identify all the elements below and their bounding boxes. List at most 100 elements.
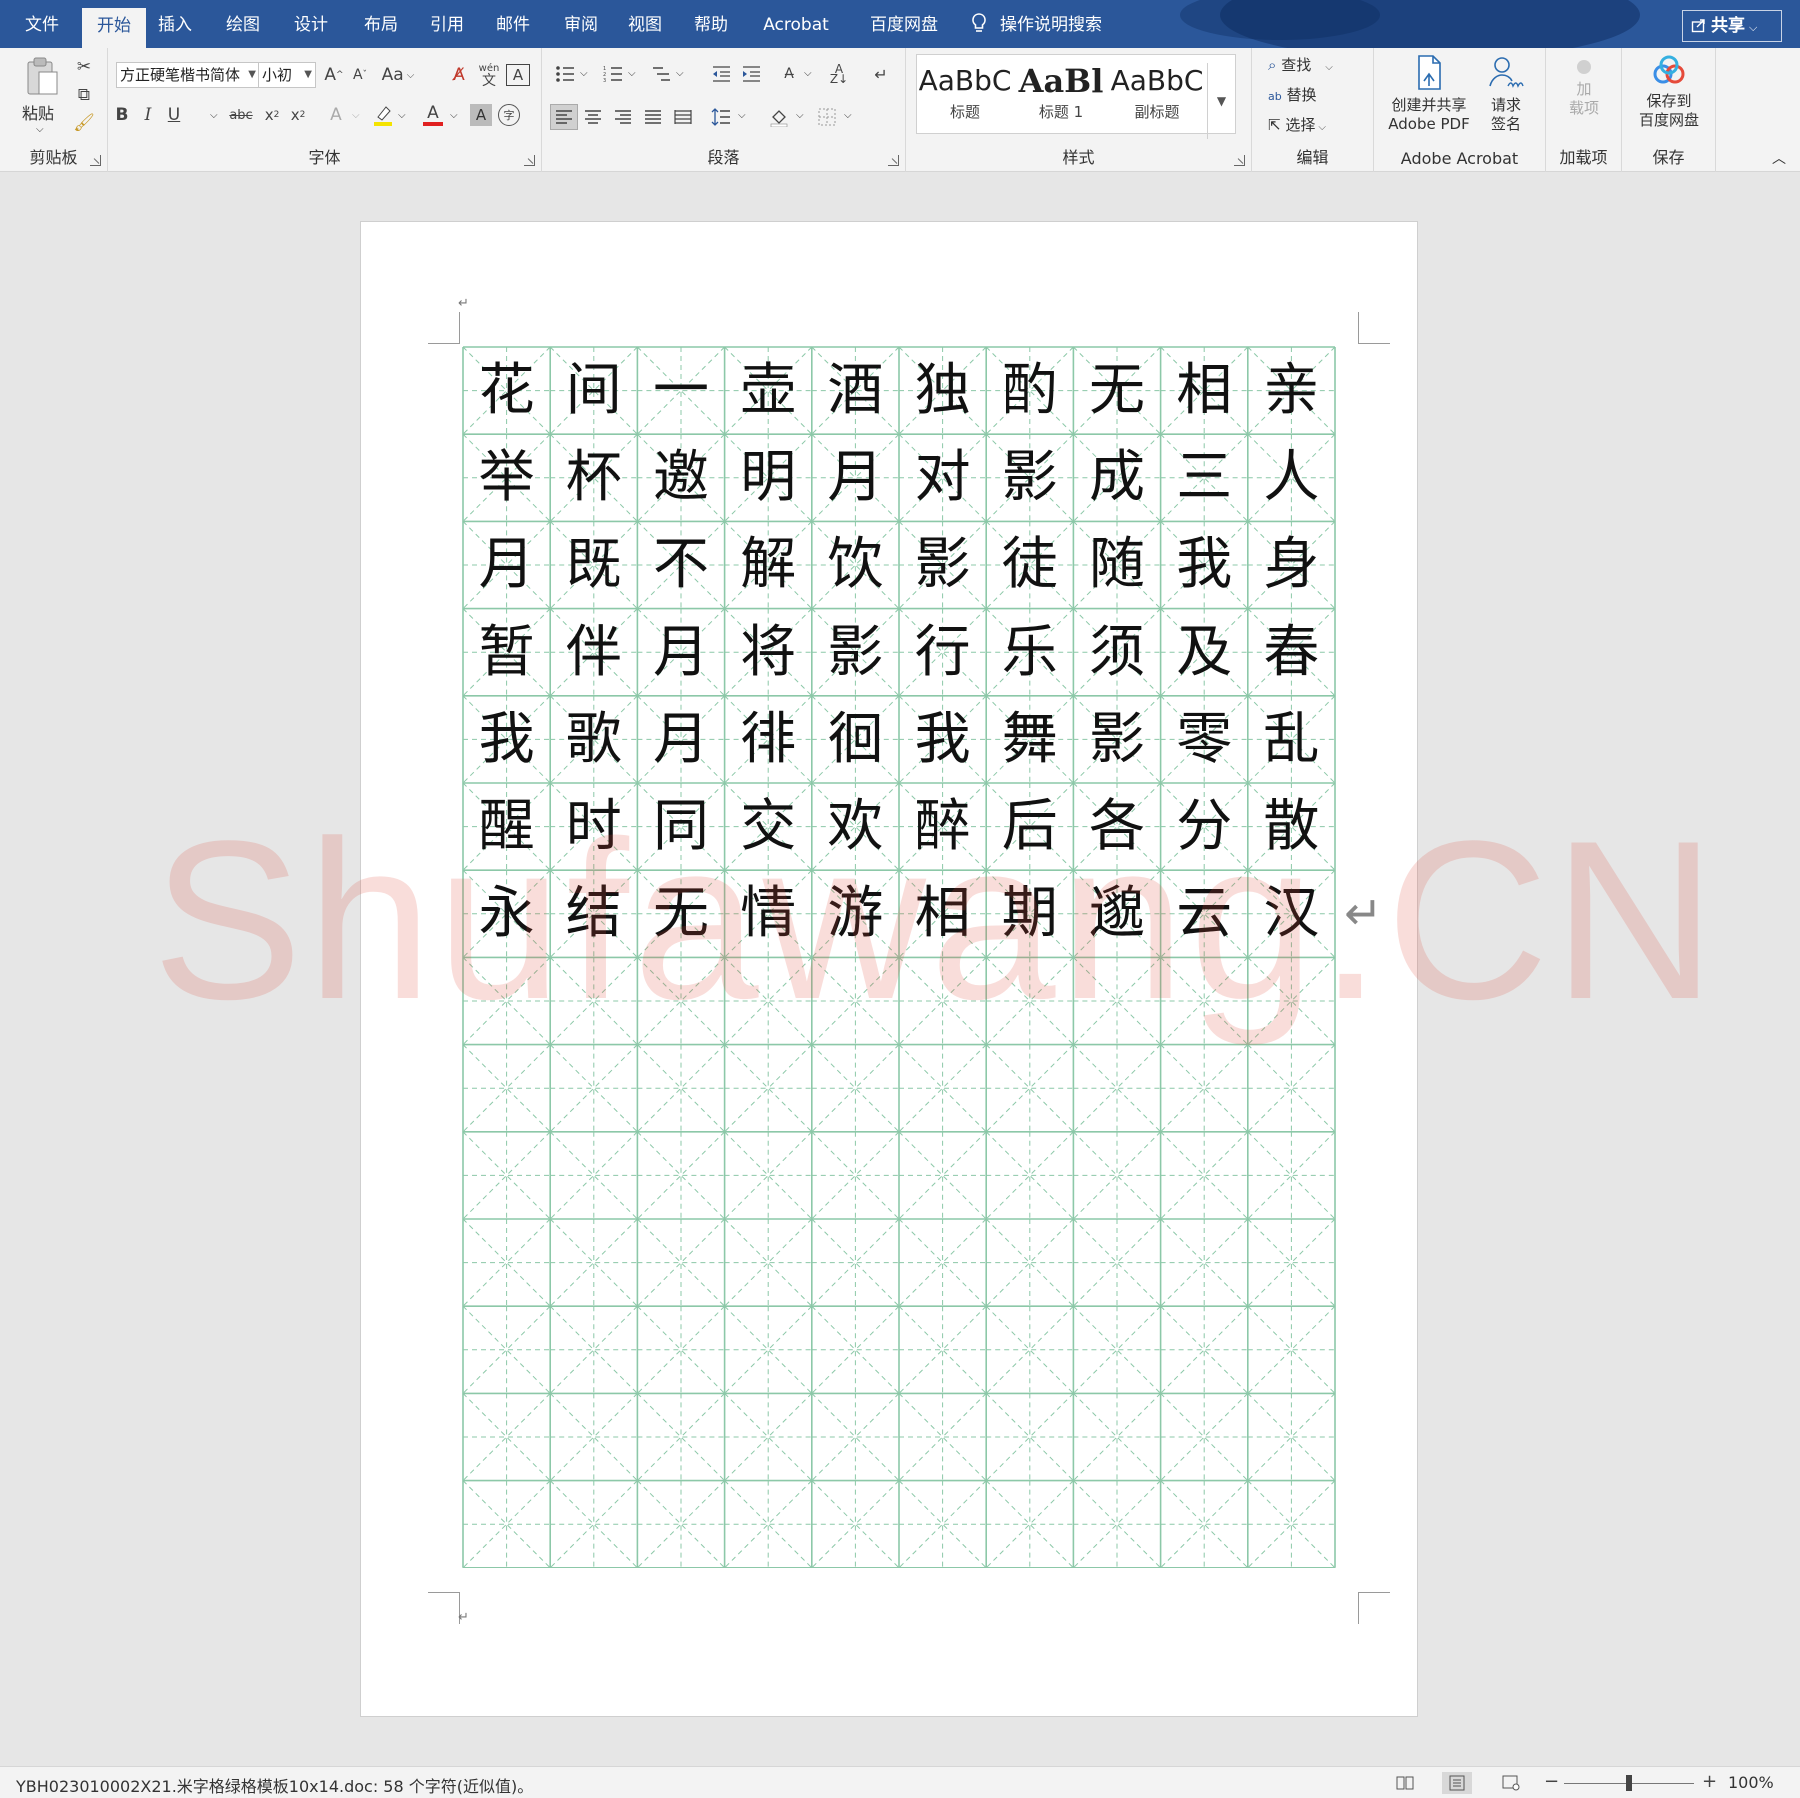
document-character[interactable]: 醒: [463, 783, 550, 870]
styles-more-icon[interactable]: ▼: [1207, 63, 1235, 139]
justify-icon[interactable]: [640, 104, 666, 130]
document-character[interactable]: 永: [463, 870, 550, 957]
document-status[interactable]: YBH023010002X21.米字格绿格模板10x14.doc: 58 个字符…: [16, 1773, 533, 1797]
share-button[interactable]: 共享 ⌵: [1682, 10, 1782, 42]
document-character[interactable]: 亲: [1248, 347, 1335, 434]
zoom-in-button[interactable]: +: [1702, 1771, 1717, 1792]
tab-mailings[interactable]: 邮件: [488, 0, 538, 48]
paste-button-label[interactable]: 粘贴: [22, 100, 54, 124]
zoom-slider-thumb[interactable]: [1626, 1775, 1632, 1791]
numbering-dropdown-icon[interactable]: ⌵: [628, 68, 636, 79]
font-color-dropdown-icon[interactable]: ⌵: [450, 110, 458, 121]
document-character[interactable]: 酌: [986, 347, 1073, 434]
document-character[interactable]: 邀: [637, 434, 724, 521]
change-case-button[interactable]: Aa ⌵: [378, 62, 418, 88]
document-character[interactable]: 游: [812, 870, 899, 957]
document-character[interactable]: 徒: [986, 521, 1073, 608]
document-character[interactable]: 情: [725, 870, 812, 957]
distributed-icon[interactable]: [670, 104, 696, 130]
bullets-icon[interactable]: [552, 62, 578, 86]
document-character[interactable]: 舞: [986, 696, 1073, 783]
tab-baidu[interactable]: 百度网盘: [862, 0, 946, 48]
document-character[interactable]: 间: [550, 347, 637, 434]
document-character[interactable]: 同: [637, 783, 724, 870]
document-character[interactable]: 既: [550, 521, 637, 608]
document-character[interactable]: 交: [725, 783, 812, 870]
zoom-level[interactable]: 100%: [1728, 1773, 1774, 1792]
read-mode-icon[interactable]: [1390, 1772, 1420, 1794]
shading-dropdown-icon[interactable]: ⌵: [796, 110, 804, 121]
document-character[interactable]: 邈: [1073, 870, 1160, 957]
font-color-icon[interactable]: A: [420, 100, 446, 130]
italic-icon[interactable]: I: [136, 102, 160, 128]
document-character[interactable]: 汉: [1248, 870, 1335, 957]
document-character[interactable]: 随: [1073, 521, 1160, 608]
tab-file[interactable]: 文件: [20, 0, 64, 48]
tab-view[interactable]: 视图: [620, 0, 670, 48]
style-heading-1[interactable]: AaBl 标题 1: [1013, 61, 1109, 122]
collapse-ribbon-icon[interactable]: ︿: [1772, 148, 1786, 168]
document-character[interactable]: 我: [899, 696, 986, 783]
replace-button[interactable]: ab 替换: [1268, 84, 1317, 105]
document-character[interactable]: 举: [463, 434, 550, 521]
document-character[interactable]: 一: [637, 347, 724, 434]
subscript-icon[interactable]: x2: [260, 102, 284, 128]
style-title[interactable]: AaBbC 标题: [917, 61, 1013, 122]
document-character[interactable]: 影: [812, 609, 899, 696]
document-character[interactable]: 乱: [1248, 696, 1335, 783]
font-name-combo[interactable]: 方正硬笔楷书简体 ▼: [116, 62, 260, 88]
clear-formatting-icon[interactable]: A̸: [446, 62, 472, 88]
multilevel-dropdown-icon[interactable]: ⌵: [676, 68, 684, 79]
text-effects-dropdown-icon[interactable]: ⌵: [352, 110, 360, 121]
document-character[interactable]: 对: [899, 434, 986, 521]
document-character[interactable]: 及: [1161, 609, 1248, 696]
align-left-icon[interactable]: [550, 104, 578, 130]
document-character[interactable]: 花: [463, 347, 550, 434]
underline-icon[interactable]: U: [162, 102, 186, 128]
superscript-icon[interactable]: x2: [286, 102, 310, 128]
align-right-icon[interactable]: [610, 104, 636, 130]
cut-icon[interactable]: ✂: [72, 56, 96, 78]
document-character[interactable]: 酒: [812, 347, 899, 434]
styles-launcher-icon[interactable]: [1234, 155, 1245, 166]
document-character[interactable]: 影: [899, 521, 986, 608]
addins-button[interactable]: 加 载项: [1554, 54, 1614, 118]
copy-icon[interactable]: ⧉: [72, 84, 96, 106]
tab-insert[interactable]: 插入: [150, 0, 200, 48]
document-character[interactable]: 后: [986, 783, 1073, 870]
align-center-icon[interactable]: [580, 104, 606, 130]
borders-dropdown-icon[interactable]: ⌵: [844, 110, 852, 121]
document-character[interactable]: 醉: [899, 783, 986, 870]
document-character[interactable]: 壶: [725, 347, 812, 434]
document-character[interactable]: 结: [550, 870, 637, 957]
document-character[interactable]: 徘: [725, 696, 812, 783]
document-character[interactable]: 明: [725, 434, 812, 521]
highlight-color-icon[interactable]: [370, 102, 396, 128]
font-launcher-icon[interactable]: [524, 155, 535, 166]
create-pdf-button[interactable]: 创建并共享 Adobe PDF: [1384, 54, 1474, 134]
document-character[interactable]: 乐: [986, 609, 1073, 696]
format-painter-icon[interactable]: 🖌: [72, 112, 96, 134]
print-layout-icon[interactable]: [1442, 1772, 1472, 1794]
document-character[interactable]: 春: [1248, 609, 1335, 696]
strikethrough-icon[interactable]: abc: [226, 102, 256, 128]
web-layout-icon[interactable]: [1496, 1772, 1526, 1794]
document-character[interactable]: 行: [899, 609, 986, 696]
document-character[interactable]: 伴: [550, 609, 637, 696]
document-character[interactable]: 欢: [812, 783, 899, 870]
chinese-layout-icon[interactable]: A̶: [776, 62, 802, 86]
highlight-dropdown-icon[interactable]: ⌵: [398, 110, 406, 121]
tab-layout[interactable]: 布局: [356, 0, 406, 48]
bullets-dropdown-icon[interactable]: ⌵: [580, 68, 588, 79]
document-character[interactable]: 零: [1161, 696, 1248, 783]
tab-help[interactable]: 帮助: [686, 0, 736, 48]
multilevel-list-icon[interactable]: [648, 62, 674, 86]
document-character[interactable]: 将: [725, 609, 812, 696]
document-character[interactable]: 月: [463, 521, 550, 608]
font-size-combo[interactable]: 小初 ▼: [258, 62, 316, 88]
select-button[interactable]: ⇱ 选择 ⌵: [1268, 114, 1326, 135]
document-character[interactable]: 杯: [550, 434, 637, 521]
document-character[interactable]: 无: [1073, 347, 1160, 434]
chinese-layout-dropdown-icon[interactable]: ⌵: [804, 68, 812, 79]
underline-dropdown-icon[interactable]: ⌵: [210, 110, 218, 121]
